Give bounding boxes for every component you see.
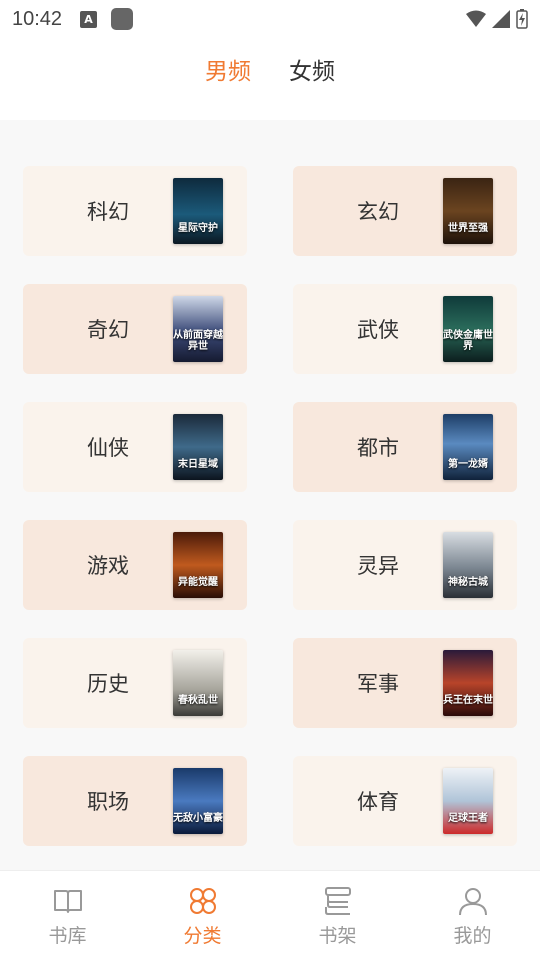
category-card-xuanhuan[interactable]: 玄幻世界至强 [293,166,517,256]
cover-title: 武侠金庸世界 [443,330,493,352]
nav-label-profile: 我的 [453,925,492,947]
book-open-icon [53,890,82,913]
category-label: 玄幻 [357,200,399,224]
notification-square-icon [111,8,134,30]
status-icons [466,9,528,29]
status-bar: 10:42 A [0,0,540,38]
book-cover-image: 春秋乱世 [173,650,223,716]
tab-female[interactable]: 女频 [289,52,335,106]
nav-item-profile[interactable]: 我的 [405,871,540,960]
category-content[interactable]: 科幻 星际守护 玄幻 世界至强 奇幻 从前面穿越异世 武侠 武侠金庸世界 仙侠 末日星域 都市 第一龙… [0,120,540,870]
bottom-nav: 书库 分类 书架 我的 [0,870,540,960]
wifi-icon [466,10,486,27]
user-icon [458,888,487,916]
book-cover-image: 兵王在末世 [443,650,493,716]
category-label: 职场 [87,790,129,814]
category-card-xianxia[interactable]: 仙侠末日星域 [23,402,247,492]
category-label: 奇幻 [87,318,129,342]
category-card-sports[interactable]: 体育足球王者 [293,756,517,846]
nav-item-library[interactable]: 书库 [0,871,135,960]
category-label: 游戏 [87,554,129,578]
category-label: 灵异 [357,554,399,578]
nav-label-category: 分类 [183,925,222,947]
tab-male[interactable]: 男频 [205,52,251,106]
notification-a-icon: A [80,10,98,28]
nav-label-library: 书库 [48,925,87,947]
book-cover-image: 世界至强 [443,178,493,244]
book-cover-image: 异能觉醒 [173,532,223,598]
nav-label-bookshelf: 书架 [318,925,357,947]
gender-tabs: 男频 女频 [0,38,540,120]
category-card-fantasy[interactable]: 奇幻从前面穿越异世 [23,284,247,374]
category-card-city[interactable]: 都市第一龙婿 [293,402,517,492]
book-cover-image: 武侠金庸世界 [443,296,493,362]
category-card-supernatural[interactable]: 灵异神秘古城 [293,520,517,610]
bookshelf-icon [324,887,351,915]
cover-title: 第一龙婿 [448,459,488,470]
cover-title: 春秋乱世 [178,695,218,706]
cover-title: 兵王在末世 [443,695,493,706]
book-cover-image: 无敌小富豪 [173,768,223,834]
status-time: 10:42 [12,7,63,30]
cover-title: 神秘古城 [448,577,488,588]
category-label: 历史 [87,672,129,696]
category-label: 武侠 [357,318,399,342]
category-label: 科幻 [87,200,129,224]
category-card-scifi[interactable]: 科幻星际守护 [23,166,247,256]
category-label: 军事 [357,672,399,696]
battery-icon [516,9,528,29]
cover-title: 星际守护 [178,223,218,234]
category-card-game[interactable]: 游戏异能觉醒 [23,520,247,610]
book-cover-image: 从前面穿越异世 [173,296,223,362]
cover-title: 世界至强 [448,223,488,234]
book-cover-image: 第一龙婿 [443,414,493,480]
category-label: 仙侠 [87,436,129,460]
cover-title: 足球王者 [448,813,488,824]
nav-item-bookshelf[interactable]: 书架 [270,871,405,960]
category-grid-icon [189,888,216,914]
cover-title: 末日星域 [178,459,218,470]
category-card-career[interactable]: 职场无敌小富豪 [23,756,247,846]
book-cover-image: 末日星域 [173,414,223,480]
category-card-wuxia[interactable]: 武侠武侠金庸世界 [293,284,517,374]
category-grid: 科幻 星际守护 玄幻 世界至强 奇幻 从前面穿越异世 武侠 武侠金庸世界 仙侠 末日星域 都市 第一龙… [23,166,517,846]
signal-icon [492,10,510,28]
book-cover-image: 神秘古城 [443,532,493,598]
cover-title: 无敌小富豪 [173,813,223,824]
book-cover-image: 星际守护 [173,178,223,244]
nav-item-category[interactable]: 分类 [135,871,270,960]
category-card-history[interactable]: 历史春秋乱世 [23,638,247,728]
book-cover-image: 足球王者 [443,768,493,834]
category-card-military[interactable]: 军事兵王在末世 [293,638,517,728]
cover-title: 从前面穿越异世 [173,330,223,352]
category-label: 都市 [357,436,399,460]
category-label: 体育 [357,790,399,814]
cover-title: 异能觉醒 [178,577,218,588]
